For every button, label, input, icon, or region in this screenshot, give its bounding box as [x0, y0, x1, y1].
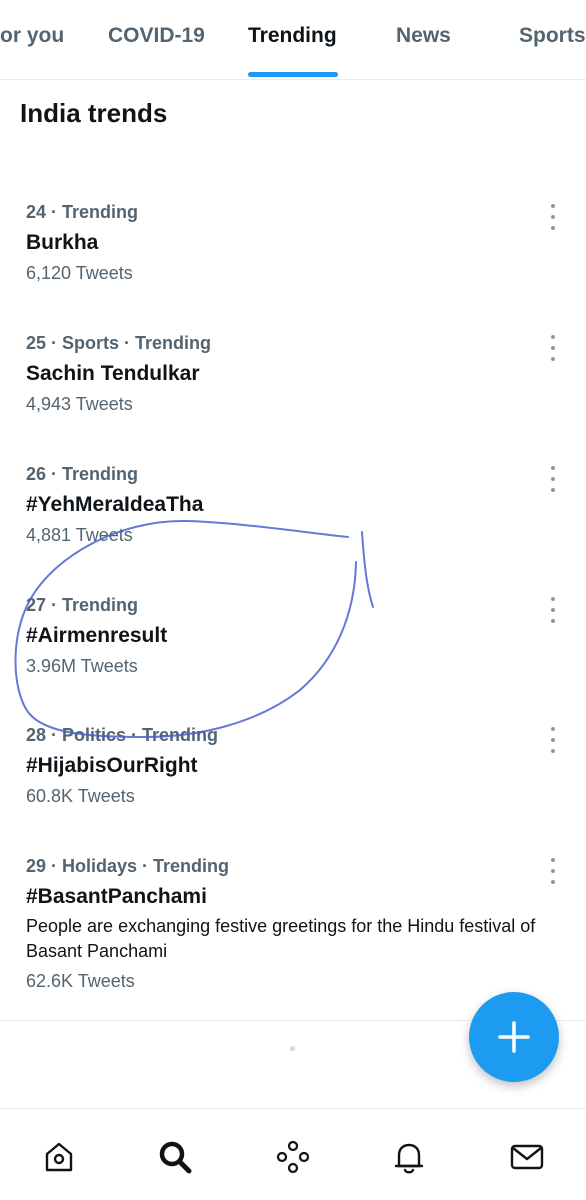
- tab-trending[interactable]: Trending: [248, 24, 337, 48]
- trend-meta: 26 · Trending: [26, 464, 139, 484]
- more-vertical-icon[interactable]: [544, 597, 562, 623]
- nav-home[interactable]: [39, 1137, 79, 1177]
- trend-count: 60.8K Tweets: [26, 786, 135, 806]
- trend-count: 4,881 Tweets: [26, 525, 133, 545]
- more-vertical-icon[interactable]: [544, 204, 562, 230]
- trend-count: 6,120 Tweets: [26, 263, 133, 283]
- trend-name: #HijabisOurRight: [26, 754, 198, 777]
- compose-button[interactable]: [469, 992, 559, 1082]
- home-icon: [45, 1142, 73, 1172]
- trend-name: Sachin Tendulkar: [26, 362, 200, 385]
- more-vertical-icon[interactable]: [544, 727, 562, 753]
- trend-count: 62.6K Tweets: [26, 971, 135, 991]
- trend-count: 4,943 Tweets: [26, 394, 133, 414]
- explore-tabs: or you COVID-19 Trending News Sports: [0, 0, 586, 80]
- tab-sports[interactable]: Sports: [519, 24, 586, 48]
- more-vertical-icon[interactable]: [544, 335, 562, 361]
- plus-icon: [498, 1021, 530, 1053]
- trend-meta: 28 · Politics · Trending: [26, 725, 219, 745]
- trend-name: Burkha: [26, 231, 99, 254]
- trend-meta: 27 · Trending: [26, 595, 139, 615]
- trend-meta: 24 · Trending: [26, 202, 139, 222]
- spaces-icon: [276, 1140, 310, 1174]
- tab-covid-19[interactable]: COVID-19: [108, 24, 205, 48]
- bottom-navigation: [0, 1108, 586, 1200]
- trend-name: #YehMeraIdeaTha: [26, 493, 204, 516]
- trend-name: #Airmenresult: [26, 624, 168, 647]
- trend-name: #BasantPanchami: [26, 885, 207, 908]
- bell-icon: [394, 1143, 424, 1174]
- trend-description: People are exchanging festive greetings …: [26, 916, 536, 961]
- nav-search[interactable]: [155, 1137, 195, 1177]
- mail-icon: [510, 1144, 544, 1170]
- active-tab-indicator: [248, 72, 338, 77]
- section-title: India trends: [20, 98, 168, 128]
- search-icon: [159, 1141, 192, 1174]
- trend-meta: 29 · Holidays · Trending: [26, 856, 230, 876]
- trend-count: 3.96M Tweets: [26, 656, 138, 676]
- pager-dot: [290, 1046, 295, 1051]
- nav-messages[interactable]: [507, 1137, 547, 1177]
- nav-spaces[interactable]: [273, 1137, 313, 1177]
- tab-news[interactable]: News: [396, 24, 451, 48]
- tab-for-you[interactable]: or you: [0, 24, 64, 48]
- trend-meta: 25 · Sports · Trending: [26, 333, 212, 353]
- nav-notifications[interactable]: [389, 1137, 429, 1177]
- more-vertical-icon[interactable]: [544, 858, 562, 884]
- more-vertical-icon[interactable]: [544, 466, 562, 492]
